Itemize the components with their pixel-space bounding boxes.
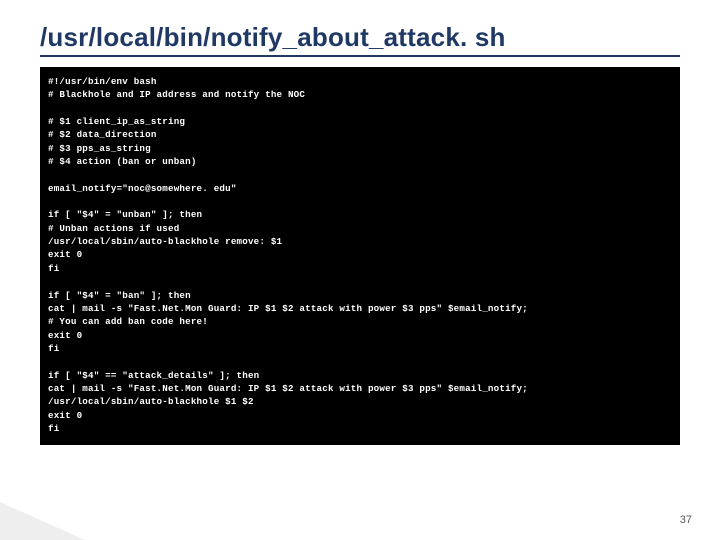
code-line: cat | mail -s "Fast.Net.Mon Guard: IP $1…	[48, 303, 528, 314]
code-line: fi	[48, 423, 59, 434]
decorative-corner	[0, 502, 85, 540]
code-line: exit 0	[48, 410, 82, 421]
code-line: email_notify="noc@somewhere. edu"	[48, 183, 237, 194]
code-line: fi	[48, 343, 59, 354]
code-line: # Unban actions if used	[48, 223, 179, 234]
code-line: /usr/local/sbin/auto-blackhole remove: $…	[48, 236, 282, 247]
code-line: # $4 action (ban or unban)	[48, 156, 197, 167]
code-line: if [ "$4" = "ban" ]; then	[48, 290, 191, 301]
code-line: if [ "$4" == "attack_details" ]; then	[48, 370, 259, 381]
code-line: # $3 pps_as_string	[48, 143, 151, 154]
code-line: cat | mail -s "Fast.Net.Mon Guard: IP $1…	[48, 383, 528, 394]
page-number: 37	[680, 514, 692, 526]
code-line: # $1 client_ip_as_string	[48, 116, 185, 127]
code-line: # Blackhole and IP address and notify th…	[48, 89, 305, 100]
code-line: fi	[48, 263, 59, 274]
code-block: #!/usr/bin/env bash # Blackhole and IP a…	[40, 67, 680, 445]
slide-title: /usr/local/bin/notify_about_attack. sh	[40, 22, 680, 57]
code-line: exit 0	[48, 249, 82, 260]
code-line: # You can add ban code here!	[48, 316, 208, 327]
code-line: #!/usr/bin/env bash	[48, 76, 157, 87]
code-line: /usr/local/sbin/auto-blackhole $1 $2	[48, 396, 254, 407]
code-line: if [ "$4" = "unban" ]; then	[48, 209, 202, 220]
code-line: # $2 data_direction	[48, 129, 157, 140]
slide-content: /usr/local/bin/notify_about_attack. sh #…	[0, 0, 720, 445]
code-line: exit 0	[48, 330, 82, 341]
